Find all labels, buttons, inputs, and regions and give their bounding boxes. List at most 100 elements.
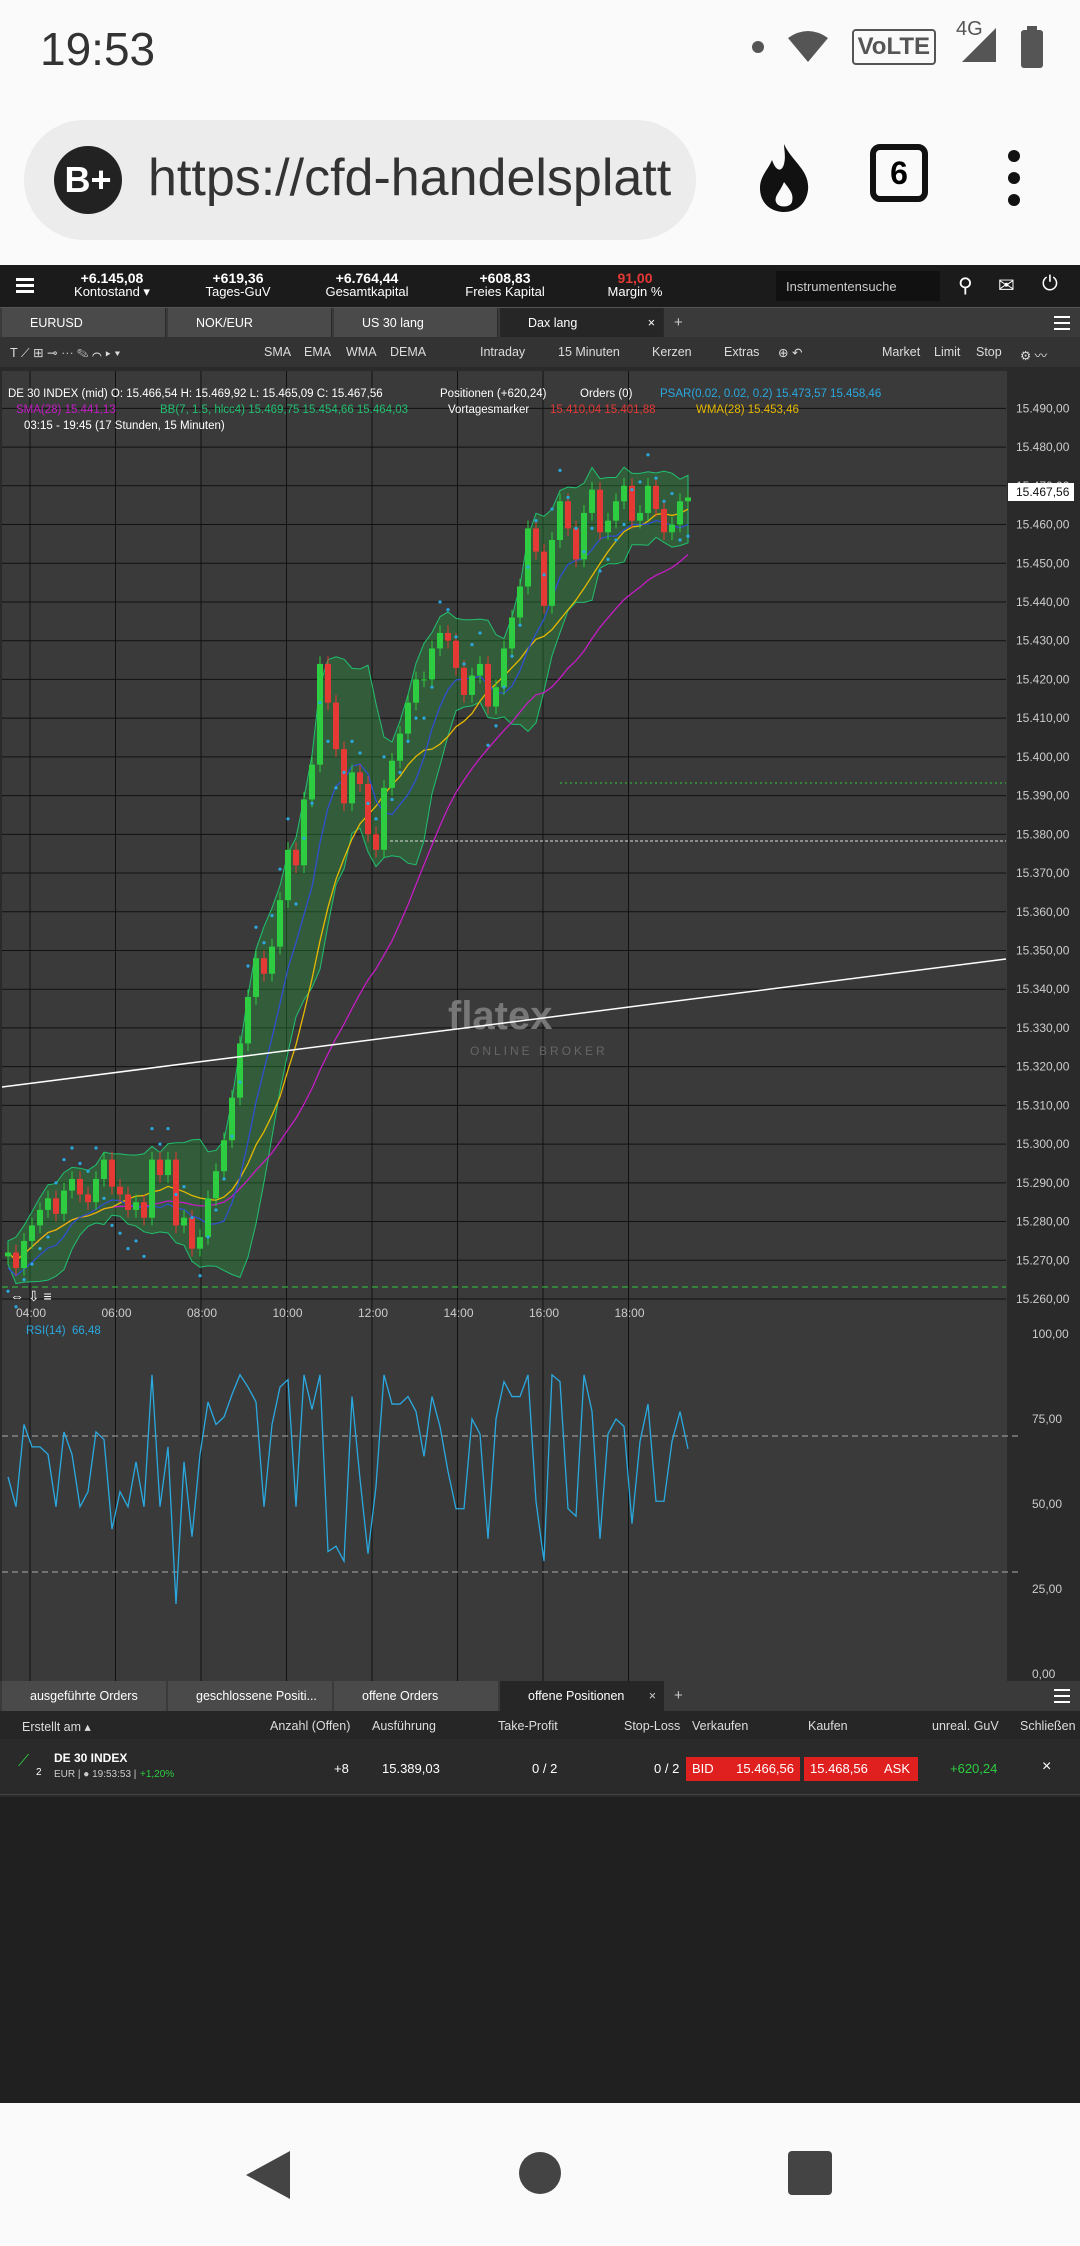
extras-select[interactable]: Extras — [724, 345, 759, 359]
tab-eurusd[interactable]: EURUSD — [2, 308, 166, 338]
wma-button[interactable]: WMA — [346, 345, 377, 359]
candle — [149, 1160, 155, 1218]
mail-icon[interactable]: ✉ — [998, 273, 1015, 298]
stop-order-button[interactable]: Stop — [976, 345, 1002, 359]
wma-legend: WMA(28) 15.453,46 — [696, 404, 799, 416]
col-sell[interactable]: Verkaufen — [692, 1719, 748, 1733]
y-tick-label: 15.320,00 — [1016, 1060, 1070, 1074]
positions-info: Positionen (+620,24) — [440, 388, 547, 400]
psar-dot — [70, 1146, 73, 1149]
sma-legend: SMA(28) 15.441,13 — [16, 404, 116, 416]
y-tick-label: 15.410,00 — [1016, 711, 1070, 725]
psar-dot — [566, 496, 569, 499]
candle — [613, 501, 619, 520]
col-tp[interactable]: Take-Profit — [498, 1719, 558, 1733]
tabs-menu-icon[interactable] — [1054, 1689, 1070, 1703]
candle — [205, 1198, 211, 1237]
recents-icon[interactable] — [788, 2151, 832, 2195]
tab-closed-positions[interactable]: geschlossene Positi... — [168, 1681, 332, 1711]
sell-button[interactable]: BID 15.466,56 — [686, 1757, 800, 1781]
candle — [317, 664, 323, 765]
tab-executed-orders[interactable]: ausgeführte Orders — [2, 1681, 166, 1711]
market-order-button[interactable]: Market — [882, 345, 920, 359]
ema-button[interactable]: EMA — [304, 345, 331, 359]
col-created[interactable]: Erstellt am ▴ — [22, 1719, 91, 1734]
vortag-legend: Vortagesmarker — [448, 404, 529, 416]
drawing-tools-icons[interactable]: T ⟋ ⊞ ⊸ ⋯ ✎ ⌒ ▸ ▾ — [10, 345, 120, 361]
position-count: 2 — [36, 1767, 42, 1778]
psar-dot — [534, 519, 537, 522]
tab-dax[interactable]: Dax lang× — [500, 308, 664, 338]
candle — [141, 1202, 147, 1217]
col-buy[interactable]: Kaufen — [808, 1719, 848, 1733]
psar-dot — [238, 1081, 241, 1084]
close-position-button[interactable]: × — [1042, 1758, 1051, 1776]
settings-icon[interactable]: ⚙ 〰 — [1020, 345, 1047, 364]
timeframe-select[interactable]: Intraday — [480, 345, 525, 359]
kontostand[interactable]: +6.145,08Kontostand ▾ — [62, 271, 162, 299]
candle — [125, 1194, 131, 1209]
take-profit-value[interactable]: 0 / 2 — [532, 1761, 557, 1776]
search-icon[interactable]: ⚲ — [958, 273, 973, 298]
add-tab-button[interactable]: + — [674, 1687, 683, 1704]
psar-dot — [94, 1146, 97, 1149]
candle — [445, 633, 451, 641]
candle — [493, 687, 499, 706]
tab-nokeur[interactable]: NOK/EUR — [168, 308, 332, 338]
volte-icon: VoLTE — [852, 29, 936, 65]
hamburger-icon[interactable] — [16, 277, 34, 293]
x-tick-label: 10:00 — [273, 1306, 303, 1320]
charttype-select[interactable]: Kerzen — [652, 345, 692, 359]
y-tick-label: 15.350,00 — [1016, 943, 1070, 957]
price-chart[interactable]: 15.490,0015.480,0015.470,0015.460,0015.4… — [0, 369, 1080, 1681]
psar-dot — [494, 724, 497, 727]
candle — [669, 525, 675, 533]
psar-dot — [454, 635, 457, 638]
url-bar[interactable]: B+ https://cfd-handelsplatt — [24, 120, 696, 240]
instrument-search[interactable]: Instrumentensuche — [776, 271, 940, 301]
limit-order-button[interactable]: Limit — [934, 345, 960, 359]
psar-dot — [22, 1278, 25, 1281]
url-text[interactable]: https://cfd-handelsplatt — [148, 148, 678, 208]
col-close[interactable]: Schließen — [1020, 1719, 1076, 1733]
tab-open-orders[interactable]: offene Orders — [334, 1681, 498, 1711]
status-bar: 19:53 VoLTE 4G — [0, 0, 1080, 100]
col-sl[interactable]: Stop-Loss — [624, 1719, 680, 1733]
psar-dot — [214, 1208, 217, 1211]
psar-dot — [486, 744, 489, 747]
zoom-icon[interactable]: ⊕ ↶ — [778, 345, 802, 360]
psar-dot — [326, 740, 329, 743]
psar-dot — [398, 771, 401, 774]
col-execution[interactable]: Ausführung — [372, 1719, 436, 1733]
stop-loss-value[interactable]: 0 / 2 — [654, 1761, 679, 1776]
chart-area[interactable]: 15.490,0015.480,0015.470,0015.460,0015.4… — [0, 369, 1080, 1681]
col-count[interactable]: Anzahl (Offen) — [270, 1719, 350, 1733]
power-icon[interactable]: ⏻ — [1042, 273, 1058, 296]
add-tab-button[interactable]: + — [674, 314, 683, 331]
candle — [189, 1218, 195, 1249]
interval-select[interactable]: 15 Minuten — [558, 345, 620, 359]
col-pnl[interactable]: unreal. GuV — [932, 1719, 999, 1733]
psar-dot — [158, 1143, 161, 1146]
close-tab-icon[interactable]: × — [648, 308, 655, 338]
chart-nav-icons[interactable]: ⇔ ⇩ ≡ — [10, 1288, 52, 1304]
candle — [565, 501, 571, 528]
psar-dot — [686, 535, 689, 538]
psar-dot — [518, 624, 521, 627]
back-icon[interactable] — [244, 2149, 292, 2201]
menu-icon[interactable] — [1004, 148, 1024, 208]
close-tab-icon[interactable]: × — [649, 1681, 656, 1711]
psar-dot — [190, 1216, 193, 1219]
candle — [621, 486, 627, 501]
dema-button[interactable]: DEMA — [390, 345, 426, 359]
table-row[interactable]: ⟋ 2 DE 30 INDEX EUR | ● 19:53:53 | +1,20… — [0, 1741, 1080, 1795]
candle — [157, 1160, 163, 1175]
sma-button[interactable]: SMA — [264, 345, 291, 359]
fire-icon[interactable] — [752, 142, 816, 214]
buy-button[interactable]: 15.468,56 ASK — [804, 1757, 918, 1781]
tab-count-button[interactable]: 6 — [870, 144, 928, 202]
tab-open-positions[interactable]: offene Positionen× — [500, 1681, 664, 1711]
home-icon[interactable] — [518, 2151, 562, 2195]
tab-us30[interactable]: US 30 lang — [334, 308, 498, 338]
tabs-menu-icon[interactable] — [1054, 316, 1070, 330]
